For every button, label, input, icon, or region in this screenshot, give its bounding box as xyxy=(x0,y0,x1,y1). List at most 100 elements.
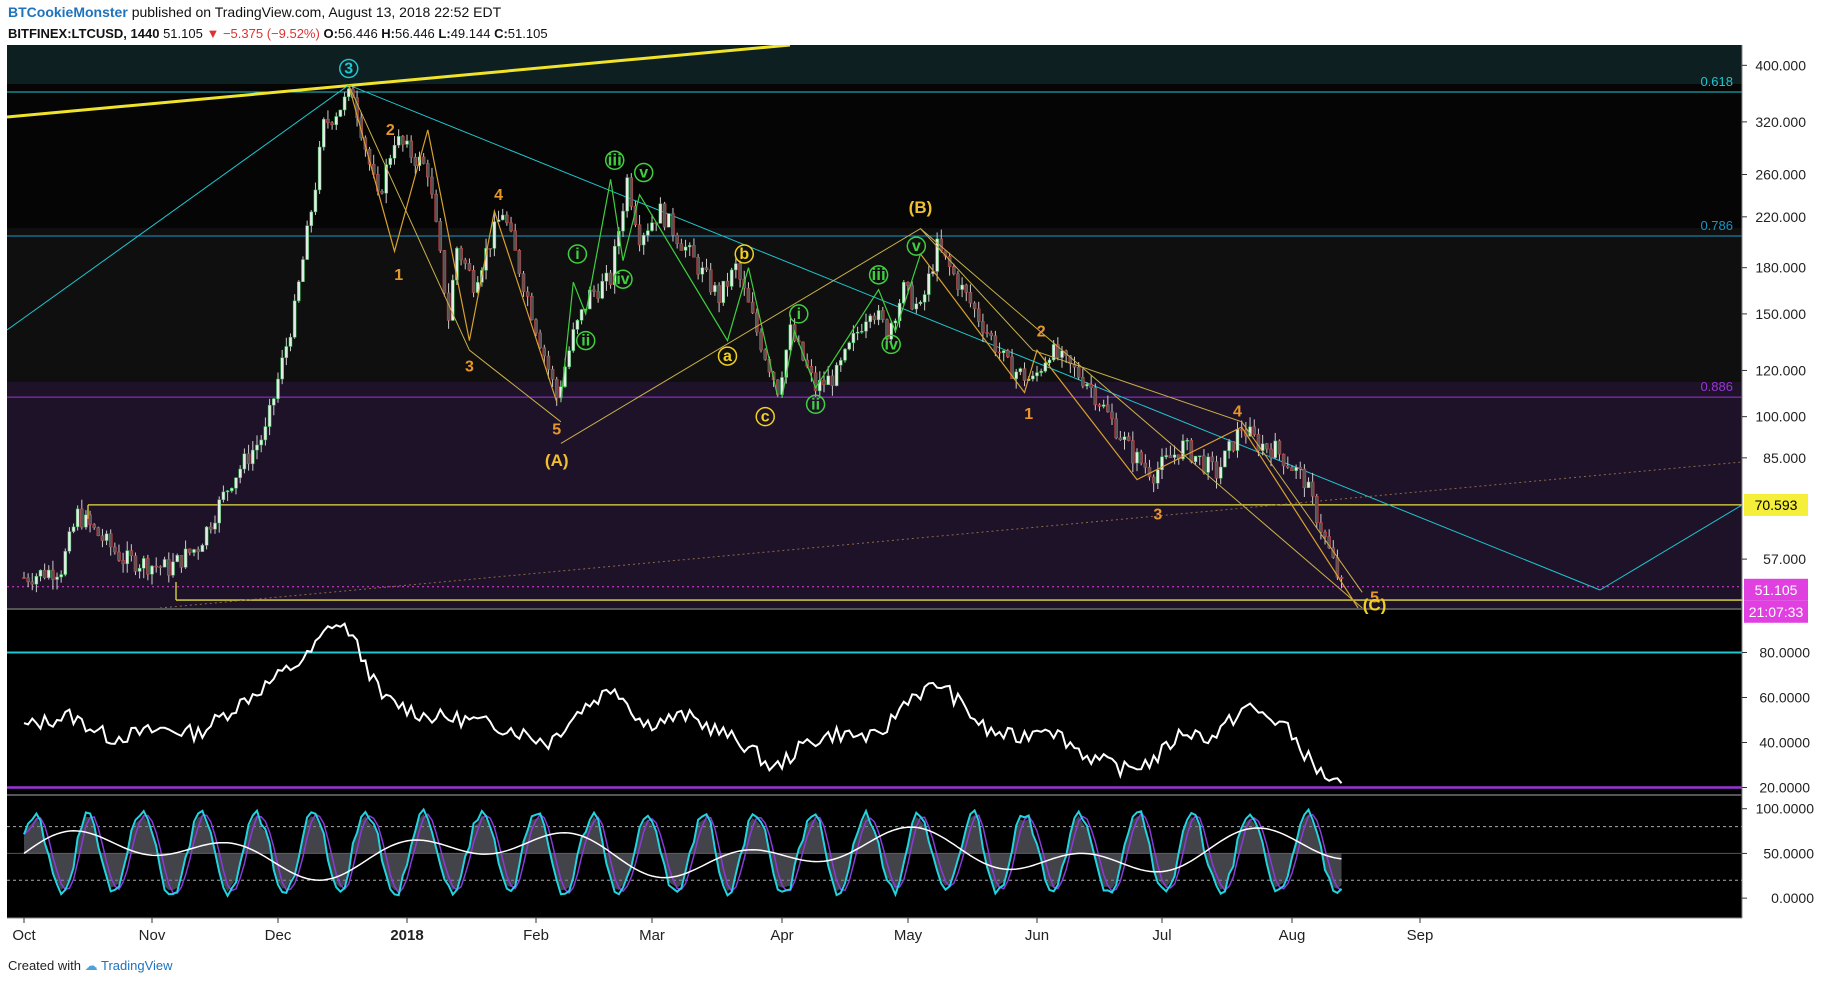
time-tick-label: Jun xyxy=(1025,927,1049,944)
price-candle xyxy=(650,222,654,231)
price-candle xyxy=(1164,455,1168,458)
stoch-rsi-pane[interactable] xyxy=(7,796,1742,918)
price-candle xyxy=(554,379,559,399)
tradingview-link[interactable]: TradingView xyxy=(101,958,173,973)
price-candle xyxy=(38,569,43,577)
price-candle xyxy=(434,193,438,222)
price-candle xyxy=(713,285,717,293)
price-candle xyxy=(297,281,301,302)
price-candle xyxy=(154,565,158,568)
price-candle xyxy=(1256,434,1261,451)
price-candle xyxy=(150,565,154,575)
price-candle xyxy=(985,332,989,334)
price-candle xyxy=(309,211,314,226)
price-candle xyxy=(246,453,251,465)
price-tick-label: 150.000 xyxy=(1755,306,1806,322)
price-candle xyxy=(438,221,443,251)
price-candle xyxy=(230,487,234,492)
price-candle xyxy=(1031,375,1035,380)
price-candle xyxy=(305,225,309,260)
price-candle xyxy=(1319,522,1323,533)
price-candle xyxy=(1168,455,1173,458)
price-candle xyxy=(409,140,413,158)
time-tick-label: Mar xyxy=(639,927,665,944)
price-candle xyxy=(1210,456,1215,462)
time-tick-label: Feb xyxy=(523,927,549,944)
price-candle xyxy=(646,230,650,236)
price-candle xyxy=(893,320,898,324)
price-candle xyxy=(242,453,247,470)
price-candle xyxy=(725,280,730,287)
price-candle xyxy=(734,263,738,271)
price-candle xyxy=(750,301,755,314)
wave-label: 3 xyxy=(465,358,474,375)
price-candle xyxy=(629,177,634,207)
price-candle xyxy=(1076,367,1081,378)
wave-label: (B) xyxy=(909,198,933,217)
price-candle xyxy=(914,303,919,310)
wave-label: 4 xyxy=(1233,404,1242,421)
price-candle xyxy=(121,560,125,565)
price-candle xyxy=(538,332,542,349)
price-candle xyxy=(906,282,910,286)
price-candle xyxy=(292,300,297,338)
price-candle xyxy=(117,551,121,561)
price-candle xyxy=(22,577,26,579)
price-tick-label: 400.000 xyxy=(1755,57,1806,73)
price-candle xyxy=(993,335,998,353)
wave-label: ii xyxy=(581,333,590,350)
wave-label: 2 xyxy=(1037,323,1046,340)
wave-label: iii xyxy=(608,150,622,169)
price-candle xyxy=(1156,469,1160,484)
created-with-text: Created with xyxy=(8,958,81,973)
price-candle xyxy=(1106,404,1110,413)
price-candle xyxy=(1172,454,1177,458)
price-candle xyxy=(1043,362,1048,372)
price-candle xyxy=(238,468,242,478)
price-candle xyxy=(188,548,192,553)
price-candle xyxy=(401,136,405,145)
wave-label: v xyxy=(912,238,921,255)
wave-label: 4 xyxy=(494,187,503,204)
price-candle xyxy=(1143,462,1148,468)
price-candle xyxy=(251,449,255,465)
price-candle xyxy=(467,263,472,271)
price-candle xyxy=(1227,441,1231,452)
price-candle xyxy=(301,259,305,283)
price-candle xyxy=(259,439,263,446)
price-candle xyxy=(104,533,109,541)
rsi-tick-label: 40.0000 xyxy=(1759,735,1810,751)
price-candle xyxy=(902,282,906,304)
price-candle xyxy=(918,301,923,304)
wave-label: v xyxy=(639,165,648,182)
footer: Created with ☁ TradingView xyxy=(8,958,173,974)
price-candle xyxy=(826,375,830,385)
price-candle xyxy=(968,292,973,304)
price-candle xyxy=(405,140,409,145)
price-candle xyxy=(822,379,826,385)
price-candle xyxy=(952,266,956,275)
price-candle xyxy=(1039,370,1043,373)
price-candle xyxy=(927,273,931,295)
price-candle xyxy=(459,247,463,261)
rsi-pane[interactable] xyxy=(7,610,1742,794)
price-candle xyxy=(1339,576,1344,579)
price-candle xyxy=(683,246,688,251)
price-candle xyxy=(162,559,167,568)
price-candle xyxy=(600,280,605,299)
price-tag-label: 51.105 xyxy=(1755,582,1798,598)
chart-canvas[interactable]: 0.6180.7860.886321345(A)iiiiiiivvabciiii… xyxy=(0,0,1828,950)
price-candle xyxy=(330,122,334,126)
wave-label: 3 xyxy=(1153,506,1162,523)
price-candle xyxy=(1202,455,1206,473)
fib-level-label: 0.618 xyxy=(1700,74,1733,89)
price-candle xyxy=(88,514,92,525)
price-candle xyxy=(876,310,881,321)
price-candle xyxy=(855,331,860,334)
price-candle xyxy=(63,551,68,575)
price-candle xyxy=(380,190,384,194)
price-candle xyxy=(1014,371,1018,380)
time-tick-label: Sep xyxy=(1407,927,1434,944)
fib-zone-top xyxy=(7,45,1742,84)
wave-label: 5 xyxy=(552,422,561,439)
